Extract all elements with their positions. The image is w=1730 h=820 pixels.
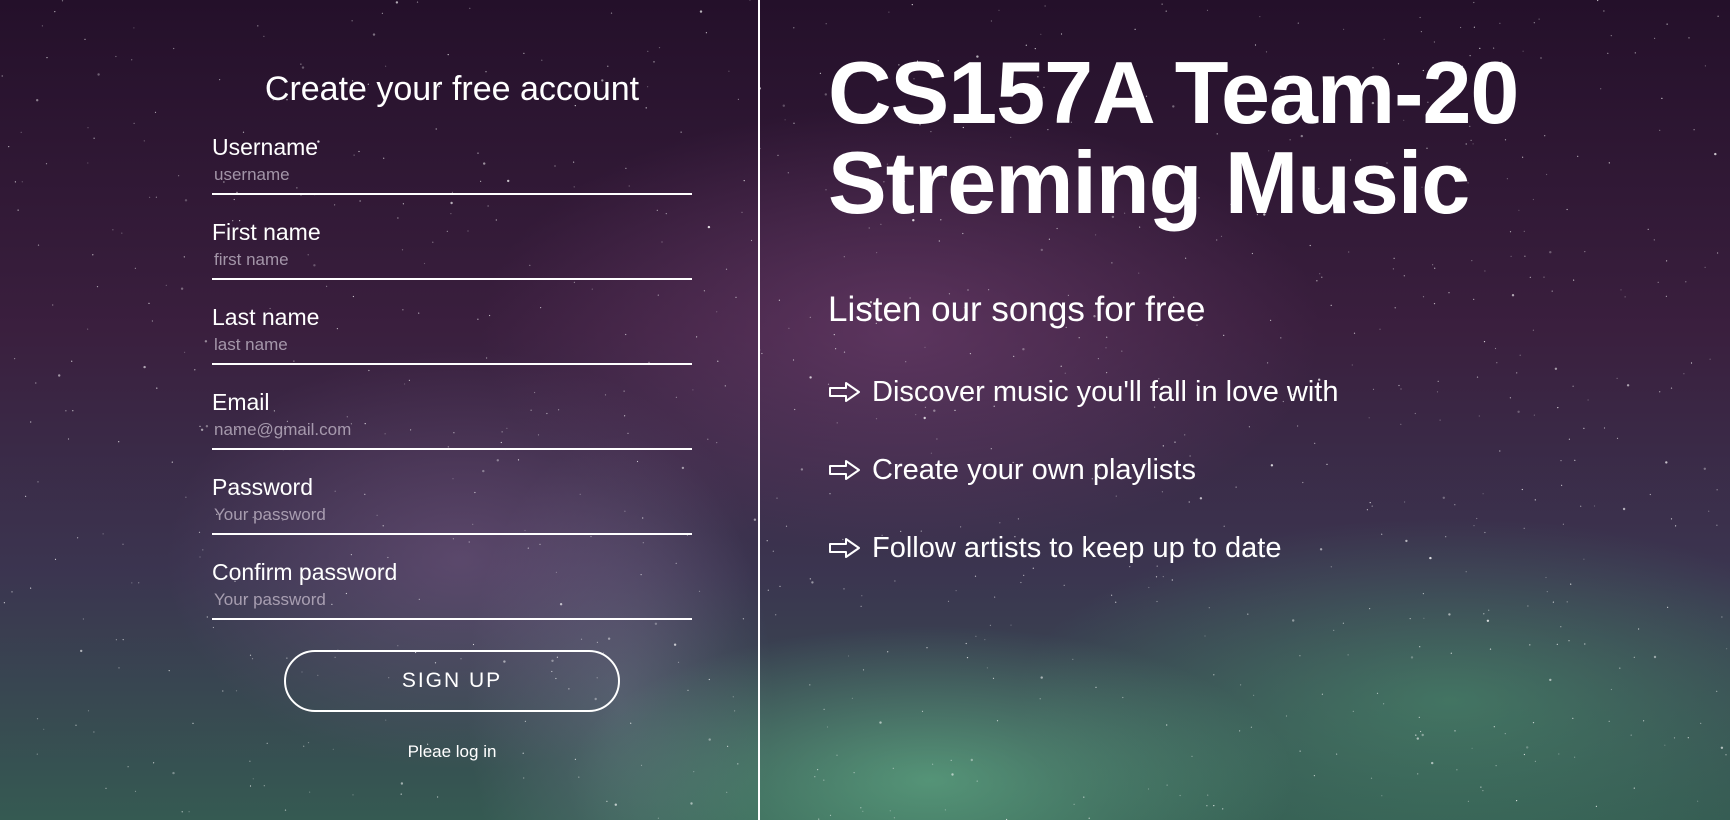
hero-title-line-2: Streming Music [828,133,1470,232]
signup-form: Create your free account Username First … [212,70,692,762]
password-input[interactable] [212,501,692,535]
first-name-label: First name [212,219,321,245]
vertical-divider [758,0,760,820]
hero-subtitle: Listen our songs for free [828,290,1206,329]
feature-text: Discover music you'll fall in love with [872,375,1339,408]
email-input[interactable] [212,416,692,450]
username-field-group: Username [212,133,692,195]
feature-item: Create your own playlists [828,452,1688,488]
right-arrow-icon [829,460,860,480]
right-arrow-icon [829,538,860,558]
feature-item: Follow artists to keep up to date [828,530,1688,566]
confirm-password-field-group: Confirm password [212,558,692,620]
hero-title-line-1: CS157A Team-20 [828,43,1519,142]
first-name-field-group: First name [212,218,692,280]
hero-section: CS157A Team-20 Streming Music Listen our… [828,48,1688,608]
feature-item: Discover music you'll fall in love with [828,374,1688,410]
last-name-label: Last name [212,304,320,330]
form-title: Create your free account [264,70,640,108]
sign-up-button[interactable]: SIGN UP [284,650,620,712]
last-name-field-group: Last name [212,303,692,365]
email-field-group: Email [212,388,692,450]
feature-text: Follow artists to keep up to date [872,531,1282,564]
email-label: Email [212,389,270,415]
hero-title: CS157A Team-20 Streming Music [828,48,1688,228]
confirm-password-label: Confirm password [212,559,398,585]
feature-text: Create your own playlists [872,453,1196,486]
password-field-group: Password [212,473,692,535]
username-label: Username [212,134,319,160]
feature-list: Discover music you'll fall in love with … [828,374,1688,566]
last-name-input[interactable] [212,331,692,365]
right-arrow-icon [829,382,860,402]
password-label: Password [212,474,313,500]
confirm-password-input[interactable] [212,586,692,620]
login-link[interactable]: Pleae log in [212,742,692,762]
first-name-input[interactable] [212,246,692,280]
username-input[interactable] [212,161,692,195]
